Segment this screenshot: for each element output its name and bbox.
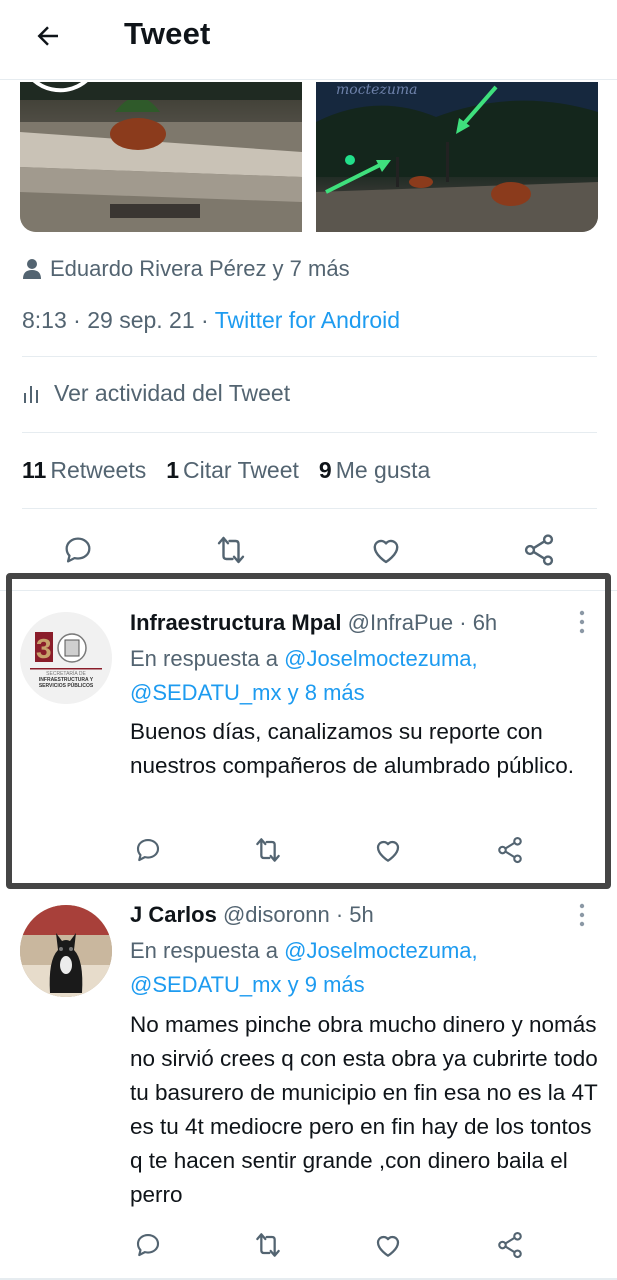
like-button[interactable]	[368, 1225, 408, 1265]
top-bar: Tweet	[0, 0, 617, 80]
replying-to: En respuesta a @Joselmoctezuma, @SEDATU_…	[130, 934, 478, 1002]
quote-tweets-count: 1	[166, 457, 179, 483]
view-activity-label: Ver actividad del Tweet	[54, 380, 291, 406]
reply-text: No mames pinche obra mucho dinero y nomá…	[130, 1012, 598, 1207]
infrastructure-logo-icon: 3 SECRETARÍA DE INFRAESTRUCTURA Y SERVIC…	[20, 612, 112, 704]
likes-label: Me gusta	[335, 457, 431, 483]
reply-header: Infraestructura Mpal @InfraPue · 6h	[130, 610, 497, 636]
share-button[interactable]	[490, 1225, 530, 1265]
tweet-photo-1[interactable]	[20, 82, 302, 232]
meta-separator: ·	[73, 307, 81, 333]
reply-icon	[65, 537, 91, 563]
liked-by-row[interactable]: Eduardo Rivera Pérez y 7 más	[22, 256, 350, 282]
tweet-source-link[interactable]: Twitter for Android	[215, 307, 400, 333]
mention-link[interactable]: @Joselmoctezuma,	[284, 938, 478, 963]
tweet-time: 8:13	[22, 307, 67, 333]
retweets-count: 11	[22, 457, 47, 483]
heart-icon	[376, 840, 400, 862]
page-title: Tweet	[124, 16, 211, 51]
mention-link[interactable]: @SEDATU_mx y 8 más	[130, 680, 365, 705]
avatar[interactable]	[20, 905, 112, 997]
reply-button[interactable]	[58, 530, 98, 570]
reply-age: · 5h	[335, 902, 374, 927]
author-name[interactable]: J Carlos	[130, 902, 217, 927]
retweet-button[interactable]	[248, 830, 288, 870]
retweet-button[interactable]	[211, 530, 251, 570]
mention-link[interactable]: @Joselmoctezuma,	[284, 646, 478, 671]
retweets-stat[interactable]: 11 Retweets	[22, 457, 146, 484]
reply-age: · 6h	[459, 610, 498, 635]
arrow-left-icon	[37, 26, 58, 46]
retweet-icon	[256, 838, 280, 862]
like-button[interactable]	[368, 830, 408, 870]
svg-text:SECRETARÍA DE: SECRETARÍA DE	[46, 670, 86, 677]
reply-tweet[interactable]: J Carlos @disoronn · 5h En respuesta a @…	[0, 888, 617, 1278]
more-options-icon[interactable]	[575, 609, 589, 635]
heart-icon	[376, 1235, 400, 1257]
reply-prefix: En respuesta a	[130, 646, 278, 671]
author-handle[interactable]: @InfraPue	[348, 610, 454, 635]
reply-text: Buenos días, canalizamos su reporte con …	[130, 719, 575, 778]
person-icon	[23, 259, 41, 279]
replying-to: En respuesta a @Joselmoctezuma, @SEDATU_…	[130, 642, 478, 710]
retweets-label: Retweets	[50, 457, 147, 483]
liked-by-text: Eduardo Rivera Pérez y 7 más	[50, 256, 350, 281]
analytics-icon	[24, 385, 38, 403]
likes-stat[interactable]: 9 Me gusta	[319, 457, 430, 484]
heart-icon	[373, 539, 399, 564]
retweet-button[interactable]	[248, 1225, 288, 1265]
more-options-icon[interactable]	[575, 902, 589, 928]
tweet-date: 29 sep. 21	[87, 307, 195, 333]
reply-button[interactable]	[128, 830, 168, 870]
view-activity-link[interactable]: Ver actividad del Tweet	[22, 380, 290, 407]
tweet-media: moctezuma	[20, 82, 598, 232]
svg-text:3: 3	[36, 633, 52, 664]
divider	[22, 356, 597, 357]
tweet-photo-2[interactable]: moctezuma	[316, 82, 598, 232]
share-icon	[498, 1231, 522, 1259]
avatar[interactable]: 3 SECRETARÍA DE INFRAESTRUCTURA Y SERVIC…	[20, 612, 112, 704]
author-handle[interactable]: @disoronn	[223, 902, 330, 927]
svg-text:SERVICIOS PÚBLICOS: SERVICIOS PÚBLICOS	[39, 682, 94, 689]
tweet-meta: 8:13 · 29 sep. 21 · Twitter for Android	[22, 307, 400, 334]
tweet-stats: 11 Retweets 1 Citar Tweet 9 Me gusta	[22, 457, 450, 484]
reply-icon	[136, 838, 160, 862]
divider	[22, 432, 597, 433]
dog-avatar-icon	[20, 905, 112, 997]
quote-tweets-label: Citar Tweet	[183, 457, 299, 483]
retweet-icon	[256, 1233, 280, 1257]
reply-header: J Carlos @disoronn · 5h	[130, 902, 374, 928]
back-button[interactable]	[26, 14, 70, 58]
reply-button[interactable]	[128, 1225, 168, 1265]
media-watermark: moctezuma	[336, 82, 418, 98]
reply-icon	[136, 1233, 160, 1257]
divider	[22, 508, 597, 509]
like-button[interactable]	[366, 530, 406, 570]
retweet-icon	[217, 536, 245, 564]
share-button[interactable]	[519, 530, 559, 570]
share-icon	[524, 534, 554, 566]
meta-separator: ·	[201, 307, 209, 333]
quote-tweets-stat[interactable]: 1 Citar Tweet	[166, 457, 299, 484]
author-name[interactable]: Infraestructura Mpal	[130, 610, 342, 635]
mention-link[interactable]: @SEDATU_mx y 9 más	[130, 972, 365, 997]
share-button[interactable]	[490, 830, 530, 870]
reply-tweet[interactable]: 3 SECRETARÍA DE INFRAESTRUCTURA Y SERVIC…	[0, 590, 617, 887]
likes-count: 9	[318, 457, 332, 483]
share-icon	[498, 836, 522, 864]
reply-prefix: En respuesta a	[130, 938, 278, 963]
